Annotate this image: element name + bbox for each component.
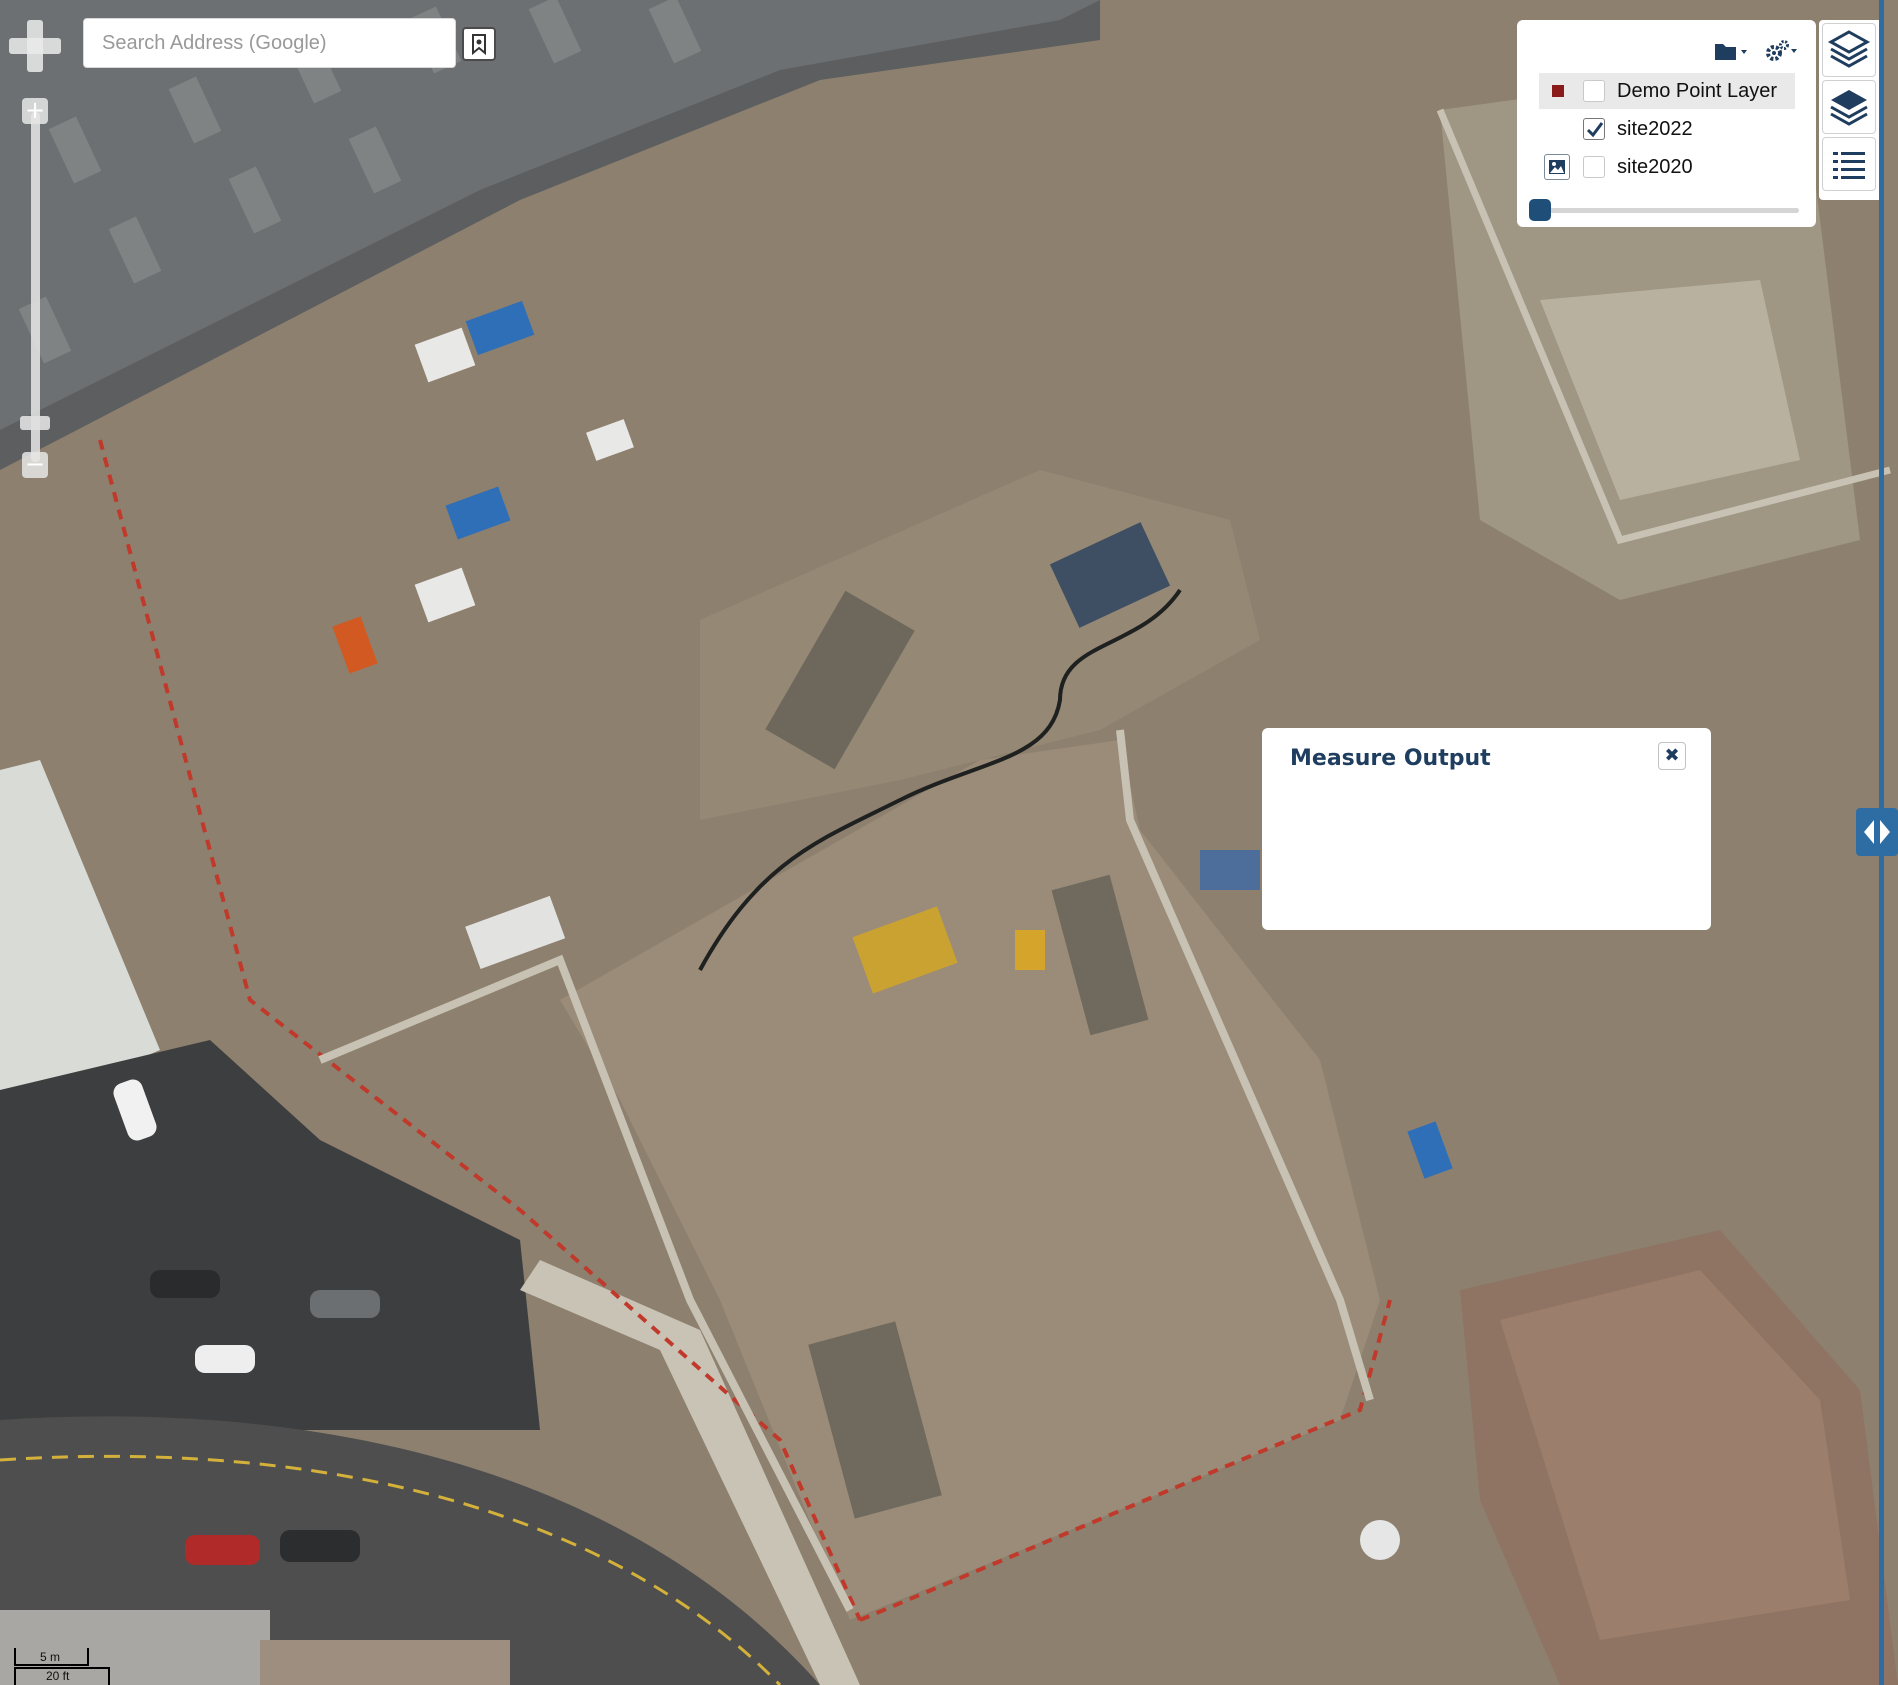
layer-panel: Demo Point Layer site2022 site2020 (1517, 20, 1816, 227)
layer-label: site2022 (1617, 118, 1693, 140)
image-layer-icon (1544, 154, 1570, 180)
bookmark-icon (472, 34, 486, 56)
opacity-track[interactable] (1539, 208, 1799, 213)
list-icon (1833, 152, 1865, 179)
layer-label: Demo Point Layer (1617, 80, 1778, 102)
bookmark-button[interactable] (462, 27, 496, 61)
legend-button[interactable] (1822, 137, 1876, 191)
layer-panel-tools (1714, 38, 1800, 68)
layers-filled-button[interactable] (1822, 80, 1876, 134)
opacity-slider[interactable] (1529, 195, 1805, 225)
layer-checkbox[interactable] (1583, 118, 1605, 140)
layers-outline-button[interactable] (1822, 23, 1876, 77)
gear-icon[interactable] (1764, 38, 1800, 69)
zoom-out-button[interactable]: − (22, 452, 48, 478)
folder-icon[interactable] (1714, 39, 1750, 68)
measure-output-title: Measure Output (1290, 746, 1491, 771)
layer-row-site2022[interactable]: site2022 (1539, 111, 1795, 147)
pan-horizontal-bar (9, 38, 61, 54)
measure-output-panel: Measure Output ✖ (1262, 728, 1711, 930)
zoom-track[interactable] (31, 112, 40, 462)
scale-imperial-label: 20 ft (46, 1669, 70, 1683)
scale-metric-label: 5 m (40, 1650, 61, 1664)
zoom-slider[interactable]: + − (20, 98, 50, 478)
layer-color-swatch (1539, 73, 1575, 109)
layer-checkbox[interactable] (1583, 156, 1605, 178)
zoom-in-button[interactable]: + (22, 98, 48, 124)
layers-filled-icon (1830, 90, 1868, 126)
layers-outline-icon (1827, 30, 1871, 68)
arrow-left-right-icon (1864, 820, 1890, 844)
layer-row-site2020[interactable]: site2020 (1539, 149, 1795, 185)
search-input[interactable] (83, 18, 456, 68)
close-button[interactable]: ✖ (1658, 742, 1686, 770)
layer-label: site2020 (1617, 156, 1693, 178)
scale-bar: 5 m 20 ft (0, 1645, 120, 1685)
opacity-handle[interactable] (1529, 199, 1551, 221)
side-toolbar (1819, 20, 1879, 200)
layer-row-demo-point-layer[interactable]: Demo Point Layer (1539, 73, 1795, 109)
layer-checkbox[interactable] (1583, 80, 1605, 102)
pan-arrows-icon[interactable] (9, 20, 61, 72)
zoom-handle[interactable] (20, 416, 50, 430)
side-panel-toggle[interactable] (1856, 808, 1898, 856)
checkmark-icon (1586, 122, 1604, 138)
